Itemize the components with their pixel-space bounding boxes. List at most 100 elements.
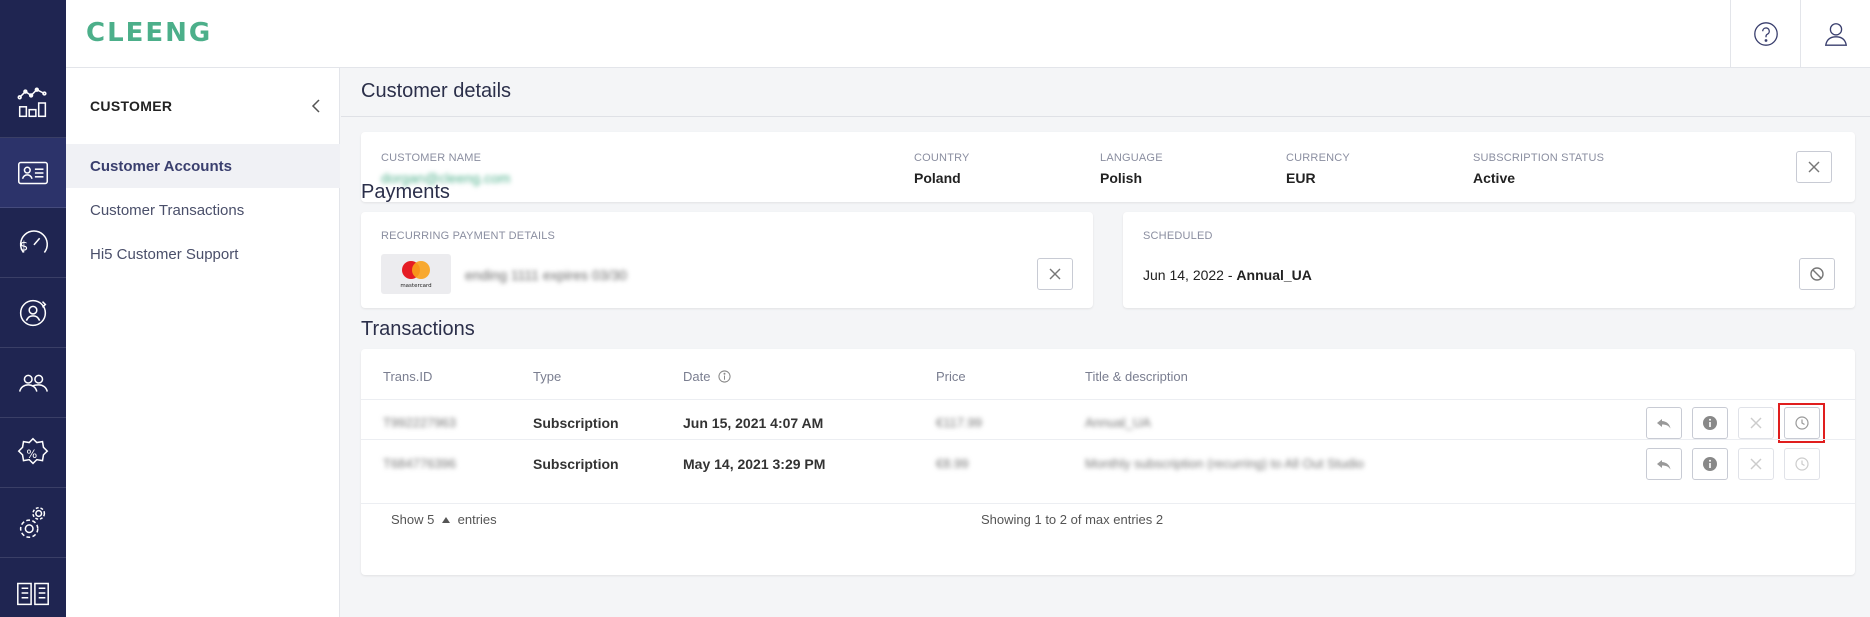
transaction-type: Subscription	[533, 415, 619, 431]
table-footer: Show 5 entries Showing 1 to 2 of max ent…	[361, 503, 1855, 535]
info-icon	[1703, 457, 1717, 471]
transaction-history-button[interactable]	[1784, 448, 1820, 480]
caret-up-icon	[442, 517, 450, 523]
icon-rail: $ %	[0, 0, 66, 617]
language-label: LANGUAGE	[1100, 152, 1163, 164]
subscription-status-value: Active	[1473, 170, 1516, 186]
recurring-payment-label: RECURRING PAYMENT DETAILS	[381, 230, 556, 242]
column-header-type: Type	[533, 369, 562, 384]
transaction-date: May 14, 2021 3:29 PM	[683, 456, 826, 472]
info-icon	[1703, 416, 1717, 430]
refund-button[interactable]	[1646, 448, 1682, 480]
page-size-suffix: entries	[457, 512, 497, 527]
card-brand-text: mastercard	[400, 283, 431, 289]
subscription-status-label: SUBSCRIPTION STATUS	[1473, 152, 1605, 164]
rail-lifecycle[interactable]	[0, 278, 66, 348]
transaction-type: Subscription	[533, 456, 619, 472]
scheduled-plan: Annual_UA	[1236, 267, 1312, 283]
remove-payment-button[interactable]	[1037, 258, 1073, 290]
rail-analytics[interactable]	[0, 68, 66, 138]
customer-name-label: CUSTOMER NAME	[381, 152, 482, 164]
sidebar-item-label: Customer Accounts	[90, 157, 232, 175]
currency-value: EUR	[1286, 170, 1316, 186]
highlight-box	[1778, 403, 1825, 443]
recurring-payment-card: RECURRING PAYMENT DETAILS mastercard end…	[361, 212, 1093, 308]
language-value: Polish	[1100, 170, 1143, 186]
transaction-title: Monthly subscription (recurring) to All …	[1085, 456, 1364, 471]
rail-revenue[interactable]: $	[0, 208, 66, 278]
transaction-price: €117.99	[936, 415, 983, 430]
country-value: Poland	[914, 170, 961, 186]
sidebar-item-label: Customer Transactions	[90, 201, 245, 219]
block-icon	[1810, 267, 1824, 281]
column-header-id: Trans.ID	[383, 369, 433, 384]
mastercard-logo: mastercard	[381, 254, 451, 294]
payments-title: Payments	[361, 181, 450, 203]
revenue-gauge-icon: $	[20, 229, 49, 254]
sidebar-item-customer-accounts[interactable]: Customer Accounts	[66, 144, 340, 188]
column-header-date: Date	[683, 369, 731, 384]
sidebar-item-customer-transactions[interactable]: Customer Transactions	[66, 188, 340, 232]
info-circle-icon[interactable]	[718, 370, 731, 383]
scheduled-payment-card: SCHEDULED Jun 14, 2022 - Annual_UA	[1123, 212, 1855, 308]
column-header-price: Price	[936, 369, 966, 384]
cleeng-logo[interactable]: CLEENG	[86, 18, 212, 48]
sidebar-title: CUSTOMER	[90, 98, 173, 114]
refund-button[interactable]	[1646, 407, 1682, 439]
cancel-transaction-button[interactable]	[1738, 407, 1774, 439]
chevron-left-icon	[311, 99, 320, 113]
card-details: ending 1111 expires 03/30	[465, 267, 627, 283]
sidebar-item-label: Hi5 Customer Support	[90, 245, 239, 263]
page-title: Customer details	[361, 80, 512, 102]
page-size-value: Show 5	[391, 512, 435, 527]
user-icon	[1824, 23, 1847, 46]
transaction-id: T992227963	[383, 415, 457, 430]
transactions-table: Trans.ID Type Date Price Title & descrip…	[361, 349, 1855, 575]
top-bar: CLEENG	[66, 0, 1870, 68]
transaction-info-button[interactable]	[1692, 407, 1728, 439]
entries-summary: Showing 1 to 2 of max entries 2	[981, 512, 1164, 527]
profile-button[interactable]	[1800, 0, 1870, 68]
close-icon	[1808, 161, 1820, 173]
rail-settings[interactable]	[0, 488, 66, 558]
cancel-transaction-button[interactable]	[1738, 448, 1774, 480]
customer-summary-card: CUSTOMER NAME dorgan@cleeng.com COUNTRY …	[361, 132, 1855, 202]
transaction-title: Annual_UA	[1085, 415, 1151, 430]
page-size-selector[interactable]: Show 5 entries	[391, 512, 497, 527]
collapse-sidebar-button[interactable]	[306, 96, 326, 116]
transaction-date: Jun 15, 2021 4:07 AM	[683, 415, 824, 431]
page-header: Customer details	[341, 68, 1870, 117]
close-icon	[1049, 268, 1061, 280]
customer-sidebar: CUSTOMER Customer Accounts Customer Tran…	[66, 68, 340, 617]
reply-icon	[1657, 460, 1671, 470]
scheduled-date: Jun 14, 2022	[1143, 267, 1224, 283]
docs-icon	[17, 582, 49, 606]
discount-icon: %	[17, 437, 49, 465]
help-button[interactable]	[1730, 0, 1800, 68]
help-icon	[1753, 22, 1778, 46]
transaction-info-button[interactable]	[1692, 448, 1728, 480]
cancel-scheduled-button[interactable]	[1799, 258, 1835, 290]
mastercard-icon: mastercard	[400, 261, 432, 289]
users-icon	[18, 374, 48, 392]
transaction-id: T684776396	[383, 456, 457, 471]
clock-icon	[1795, 457, 1809, 471]
svg-text:$: $	[20, 239, 28, 254]
rail-docs[interactable]	[0, 558, 66, 617]
column-header-title: Title & description	[1085, 369, 1188, 384]
table-row: T684776396 Subscription May 14, 2021 3:2…	[361, 439, 1855, 488]
rail-users[interactable]	[0, 348, 66, 418]
rail-offers[interactable]: %	[0, 418, 66, 488]
customer-card-icon	[17, 161, 49, 184]
country-label: COUNTRY	[914, 152, 970, 164]
close-icon	[1750, 417, 1762, 429]
close-icon	[1750, 458, 1762, 470]
currency-label: CURRENCY	[1286, 152, 1350, 164]
sidebar-item-hi5-support[interactable]: Hi5 Customer Support	[66, 232, 340, 276]
scheduled-separator: -	[1223, 267, 1237, 283]
reply-icon	[1657, 419, 1671, 429]
transactions-title: Transactions	[361, 318, 475, 340]
close-customer-button[interactable]	[1796, 151, 1832, 183]
rail-customer[interactable]	[0, 138, 66, 208]
settings-icon	[19, 506, 46, 538]
